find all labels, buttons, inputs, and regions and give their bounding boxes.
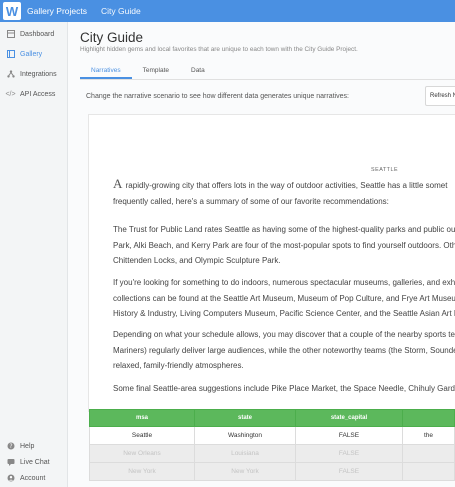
story-paragraph: If you're looking for something to do in…	[113, 275, 455, 322]
story-paragraph: A rapidly-growing city that offers lots …	[113, 176, 447, 209]
drop-cap: A	[113, 176, 123, 191]
chat-icon	[6, 458, 15, 467]
table-row[interactable]: Seattle Washington FALSE the	[89, 426, 455, 445]
sidebar-item-label: API Access	[20, 90, 56, 98]
dashboard-icon	[6, 30, 15, 39]
table-cell: Seattle	[89, 426, 195, 445]
sidebar-item-integrations[interactable]: Integrations	[0, 64, 67, 84]
table-cell: New York	[89, 462, 195, 481]
sidebar-item-live-chat[interactable]: Live Chat	[0, 454, 67, 470]
top-bar: W Gallery Projects City Guide	[0, 0, 455, 22]
sidebar-item-gallery[interactable]: Gallery	[0, 44, 67, 64]
story-line: frequently called, here's a summary of s…	[113, 196, 389, 206]
main-content: City Guide Highlight hidden gems and loc…	[68, 22, 455, 487]
page-title: City Guide	[80, 30, 144, 45]
help-icon: ?	[6, 442, 15, 451]
table-row[interactable]: New York New York FALSE	[89, 462, 455, 481]
column-header[interactable]: state_capital	[295, 409, 403, 427]
sidebar-item-help[interactable]: ? Help	[0, 438, 67, 454]
table-cell	[402, 462, 455, 481]
code-icon: </>	[5, 90, 16, 98]
table-cell	[402, 444, 455, 463]
data-table: msa state state_capital Seattle Washingt…	[89, 409, 455, 481]
sidebar-item-label: Dashboard	[20, 30, 55, 38]
breadcrumb-gallery-projects[interactable]: Gallery Projects	[27, 6, 87, 16]
table-cell: New Orleans	[89, 444, 195, 463]
column-header[interactable]: msa	[89, 409, 195, 427]
svg-text:?: ?	[9, 443, 12, 450]
gallery-icon	[6, 50, 15, 59]
sidebar-item-label: Gallery	[20, 50, 43, 58]
story-city-heading: SEATTLE	[371, 167, 399, 173]
table-header-row: msa state state_capital	[89, 409, 455, 427]
sidebar-item-label: Help	[20, 442, 35, 450]
narrative-preview: SEATTLE A rapidly-growing city that offe…	[88, 114, 455, 412]
story-line: Depending on what your schedule allows, …	[113, 330, 455, 339]
app-logo[interactable]: W	[3, 2, 21, 20]
table-row[interactable]: New Orleans Louisiana FALSE	[89, 444, 455, 463]
story-line: relaxed, family-friendly atmospheres.	[113, 361, 244, 370]
table-cell: New York	[194, 462, 296, 481]
story-line: Mariners) regularly deliver large audien…	[113, 345, 455, 355]
sidebar-item-account[interactable]: Account	[0, 470, 67, 486]
integrations-icon	[6, 70, 15, 79]
story-line: If you're looking for something to do in…	[113, 278, 455, 287]
tab-data[interactable]: Data	[180, 63, 216, 79]
story-paragraph: Some final Seattle-area suggestions incl…	[113, 381, 455, 397]
story-line: Chittenden Locks, and Olympic Sculpture …	[113, 256, 281, 265]
table-cell: FALSE	[295, 426, 403, 445]
table-cell: Louisiana	[194, 444, 296, 463]
story-paragraph: Depending on what your schedule allows, …	[113, 327, 455, 374]
story-paragraph: The Trust for Public Land rates Seattle …	[113, 222, 455, 269]
sidebar-item-label: Account	[20, 474, 46, 482]
story-line: Some final Seattle-area suggestions incl…	[113, 384, 455, 393]
tab-narratives[interactable]: Narratives	[80, 63, 132, 79]
tab-template[interactable]: Template	[132, 63, 180, 79]
table-cell: the	[402, 426, 455, 445]
story-line: History & Industry, Living Computers Mus…	[113, 309, 455, 318]
column-header[interactable]	[402, 409, 455, 427]
column-header[interactable]: state	[194, 409, 296, 427]
breadcrumb-current: City Guide	[101, 6, 141, 16]
sidebar-item-label: Integrations	[20, 70, 57, 78]
story-line: Park, Alki Beach, and Kerry Park are fou…	[113, 240, 455, 250]
table-cell: FALSE	[295, 444, 403, 463]
sidebar-item-dashboard[interactable]: Dashboard	[0, 24, 67, 44]
account-icon	[6, 474, 15, 483]
page-subtitle: Highlight hidden gems and local favorite…	[80, 46, 358, 53]
story-line: collections can be found at the Seattle …	[113, 293, 455, 303]
table-cell: Washington	[194, 426, 296, 445]
sidebar-item-label: Live Chat	[20, 458, 50, 466]
sidebar-item-api-access[interactable]: </> API Access	[0, 84, 67, 104]
refresh-narrative-button[interactable]: Refresh N	[425, 86, 455, 106]
table-cell: FALSE	[295, 462, 403, 481]
tab-bar: Narratives Template Data	[80, 63, 455, 80]
story-line: The Trust for Public Land rates Seattle …	[113, 225, 455, 234]
scenario-instruction: Change the narrative scenario to see how…	[86, 93, 349, 100]
story-line: rapidly-growing city that offers lots in…	[125, 181, 448, 190]
sidebar: Dashboard Gallery Integrations </> API A…	[0, 22, 68, 487]
